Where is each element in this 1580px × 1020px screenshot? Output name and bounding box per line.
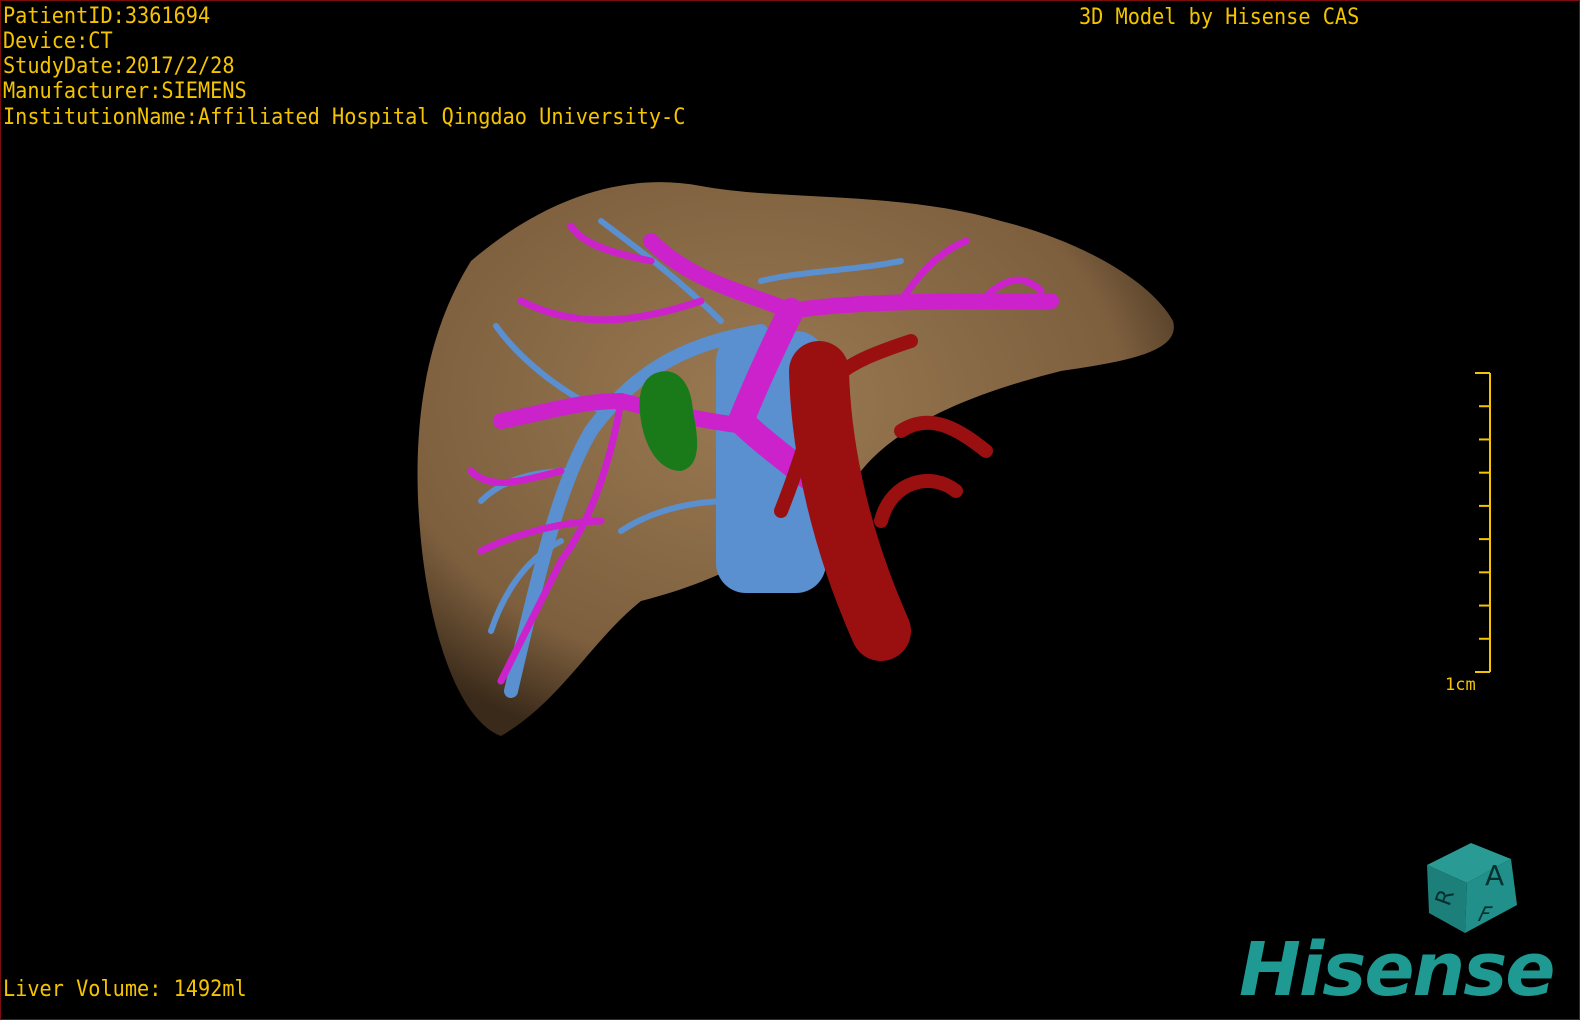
liver-3d-model[interactable] <box>1 1 1580 1020</box>
cube-label-anterior: A <box>1485 859 1504 892</box>
liver-volume: Liver Volume: 1492ml <box>3 977 247 1002</box>
scale-label: 1cm <box>1445 675 1476 695</box>
scale-bar <box>1475 372 1491 673</box>
orientation-cube[interactable]: A R F <box>1419 837 1519 937</box>
3d-viewport[interactable]: PatientID:3361694 Device:CT StudyDate:20… <box>0 0 1580 1020</box>
hisense-logo: Hisense <box>1239 927 1555 1013</box>
